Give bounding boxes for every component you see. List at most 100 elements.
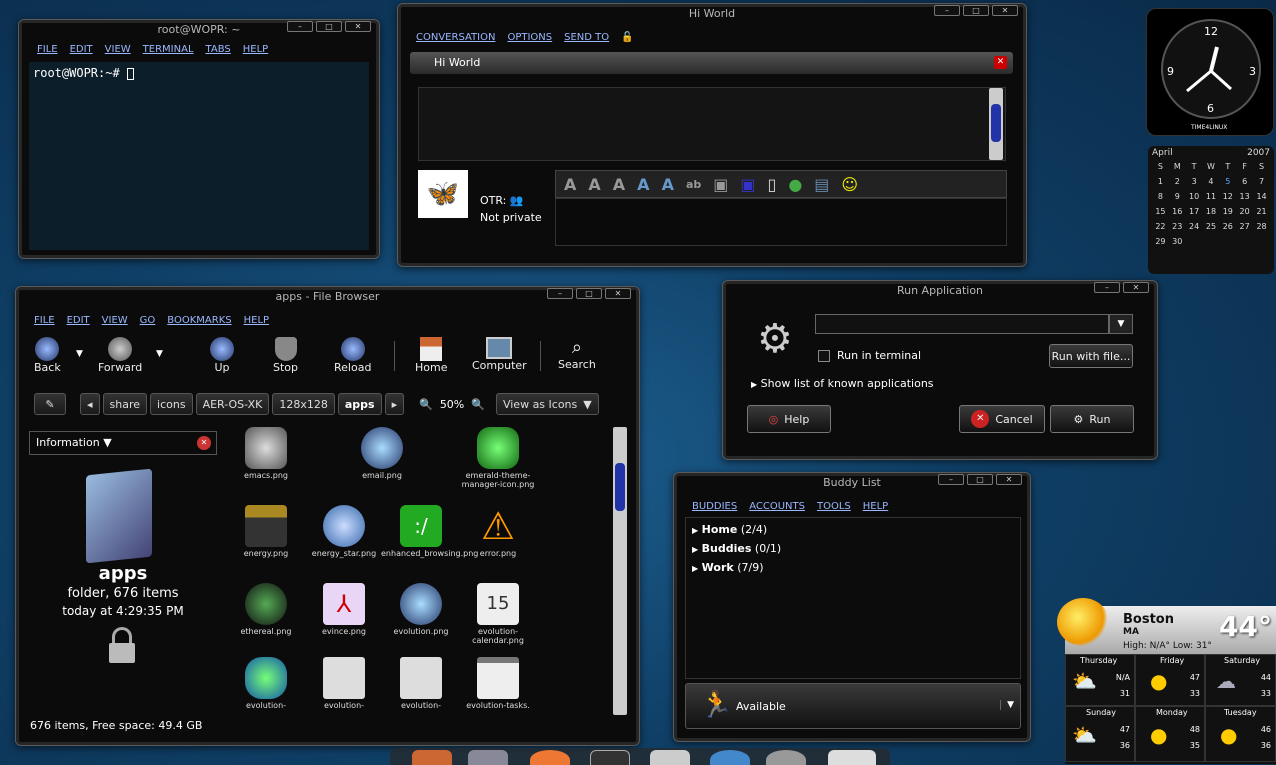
file-item[interactable]: energy.png	[226, 505, 306, 558]
menu-edit[interactable]: EDIT	[70, 44, 93, 55]
gear-icon[interactable]	[766, 750, 806, 765]
menu-buddies[interactable]: BUDDIES	[692, 501, 737, 512]
file-item[interactable]: emerald-theme-manager-icon.png	[458, 427, 538, 489]
menu-options[interactable]: OPTIONS	[507, 32, 552, 43]
underline-icon[interactable]: A	[613, 175, 625, 194]
file-item[interactable]: evolution-tasks.	[458, 657, 538, 710]
file-item[interactable]: emacs.png	[226, 427, 306, 480]
path-apps[interactable]: apps	[337, 393, 382, 415]
file-item[interactable]: 15 evolution-calendar.png	[458, 583, 538, 645]
reload-button[interactable]: Reload	[334, 337, 371, 374]
smiley-icon[interactable]: ☺	[841, 175, 858, 194]
cancel-button[interactable]: ✕ Cancel	[959, 405, 1045, 433]
zoom-out-icon[interactable]: 🔍	[419, 398, 433, 411]
photo-icon[interactable]: ▤	[814, 175, 829, 194]
run-with-file-button[interactable]: Run with file...	[1049, 344, 1133, 368]
zoom-in-icon[interactable]: 🔍	[471, 398, 485, 411]
firefox-icon[interactable]	[530, 750, 570, 765]
menu-file[interactable]: FILE	[34, 315, 55, 326]
menu-file[interactable]: FILE	[37, 44, 58, 55]
search-button[interactable]: ⌕ Search	[558, 337, 596, 371]
menu-terminal[interactable]: TERMINAL	[143, 44, 194, 55]
menu-send-to[interactable]: SEND TO	[564, 32, 609, 43]
minimize-button[interactable]: –	[934, 5, 960, 16]
globe-icon[interactable]	[710, 750, 750, 765]
command-dropdown[interactable]: ▼	[1109, 314, 1133, 334]
side-panel-selector[interactable]: Information ▼ ✕	[29, 431, 217, 455]
close-button[interactable]: ✕	[992, 5, 1018, 16]
menu-view[interactable]: VIEW	[102, 315, 128, 326]
maximize-button[interactable]: □	[316, 21, 342, 32]
maximize-button[interactable]: □	[963, 5, 989, 16]
printer-icon[interactable]	[650, 750, 690, 765]
path-scroll-left[interactable]: ◂	[80, 393, 100, 415]
lock-icon[interactable]: 🔓	[621, 32, 633, 43]
path-aer-os-xk[interactable]: AER-OS-XK	[195, 393, 270, 415]
file-item[interactable]: evolution.png	[381, 583, 461, 636]
path-scroll-right[interactable]: ▸	[384, 393, 405, 415]
font-size-icon[interactable]: ab	[686, 178, 701, 191]
font-color-icon[interactable]: A	[637, 175, 649, 194]
file-item[interactable]: energy_star.png	[304, 505, 384, 558]
show-list-toggle[interactable]: ▶ Show list of known applications	[751, 377, 934, 390]
help-button[interactable]: ◎ Help	[747, 405, 831, 433]
menu-view[interactable]: VIEW	[105, 44, 131, 55]
back-button[interactable]: Back	[34, 337, 61, 374]
maximize-button[interactable]: □	[967, 474, 993, 485]
up-button[interactable]: Up	[210, 337, 234, 374]
history-scrollbar[interactable]	[989, 88, 1003, 160]
globe-icon[interactable]: ●	[788, 175, 802, 194]
menu-help[interactable]: HELP	[244, 315, 269, 326]
otr-status[interactable]: OTR: 👥	[480, 194, 524, 207]
maximize-button[interactable]: □	[576, 288, 602, 299]
minimize-button[interactable]: –	[938, 474, 964, 485]
file-item[interactable]: ⚠ error.png	[458, 505, 538, 558]
close-button[interactable]: ✕	[996, 474, 1022, 485]
file-scrollbar[interactable]	[613, 427, 627, 715]
path-128x128[interactable]: 128x128	[272, 393, 335, 415]
link-icon[interactable]: ▯	[768, 175, 777, 194]
menu-tabs[interactable]: TABS	[206, 44, 231, 55]
terminal-icon[interactable]	[590, 750, 630, 765]
menu-bookmarks[interactable]: BOOKMARKS	[167, 315, 231, 326]
image-icon[interactable]: ▣	[713, 175, 728, 194]
file-item[interactable]: email.png	[342, 427, 422, 480]
bold-icon[interactable]: A	[564, 175, 576, 194]
back-dropdown-icon[interactable]: ▼	[76, 349, 83, 359]
stop-button[interactable]: Stop	[273, 337, 298, 374]
menu-accounts[interactable]: ACCOUNTS	[749, 501, 805, 512]
chat-history[interactable]	[418, 87, 1006, 161]
close-tab-icon[interactable]: ✕	[994, 56, 1007, 69]
run-in-terminal-checkbox[interactable]	[818, 350, 830, 362]
menu-conversation[interactable]: CONVERSATION	[416, 32, 495, 43]
run-button[interactable]: ⚙ Run	[1050, 405, 1134, 433]
view-mode-select[interactable]: View as Icons ▼	[495, 393, 599, 415]
chat-tab[interactable]: Hi World ✕	[410, 52, 1013, 74]
home-button[interactable]: Home	[415, 337, 447, 374]
app-launcher-icon[interactable]	[412, 750, 452, 765]
command-input[interactable]	[815, 314, 1109, 334]
settings-icon[interactable]	[828, 750, 876, 765]
bg-color-icon[interactable]: A	[662, 175, 674, 194]
close-button[interactable]: ✕	[605, 288, 631, 299]
italic-icon[interactable]: A	[588, 175, 600, 194]
message-input[interactable]	[555, 198, 1007, 246]
terminal-screen[interactable]: root@WOPR:~#	[29, 62, 369, 250]
file-item[interactable]: evolution-	[226, 657, 306, 710]
forward-dropdown-icon[interactable]: ▼	[156, 349, 163, 359]
minimize-button[interactable]: –	[287, 21, 313, 32]
file-item[interactable]: ethereal.png	[226, 583, 306, 636]
menu-go[interactable]: GO	[140, 315, 156, 326]
close-button[interactable]: ✕	[1123, 282, 1149, 293]
minimize-button[interactable]: –	[1094, 282, 1120, 293]
computer-button[interactable]: Computer	[472, 337, 527, 372]
status-selector[interactable]: 🏃 Available ▼	[685, 683, 1021, 729]
minimize-button[interactable]: –	[547, 288, 573, 299]
menu-help[interactable]: HELP	[863, 501, 888, 512]
menu-edit[interactable]: EDIT	[67, 315, 90, 326]
insert-image-icon[interactable]: ▣	[740, 175, 755, 194]
path-icons[interactable]: icons	[150, 393, 193, 415]
close-button[interactable]: ✕	[345, 21, 371, 32]
edit-location-icon[interactable]: ✎	[34, 393, 66, 415]
close-panel-icon[interactable]: ✕	[197, 436, 211, 450]
